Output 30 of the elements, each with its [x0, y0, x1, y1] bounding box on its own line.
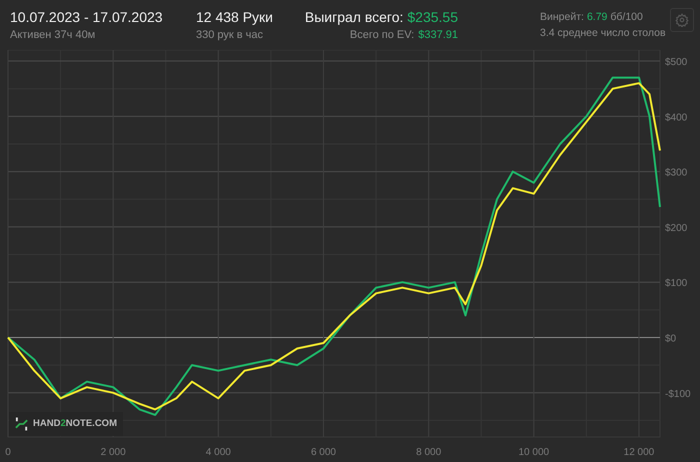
settings-icon — [675, 13, 689, 27]
won-value: $235.55 — [407, 8, 458, 27]
x-tick-label: 12 000 — [624, 447, 654, 458]
ev-value: $337.91 — [418, 28, 458, 43]
y-tick-label: $200 — [665, 222, 688, 234]
won-label: Выиграл всего: — [304, 8, 404, 27]
y-tick-label: -$100 — [665, 388, 691, 400]
average-tables: 3.4 среднее число столов — [540, 24, 666, 42]
hands-per-hour: 330 рук в час — [196, 28, 264, 43]
winrate-value: 6.79 — [586, 10, 608, 24]
winrate-label: Винрейт: — [540, 10, 584, 24]
settings-button[interactable] — [670, 8, 694, 32]
x-tick-label: 8 000 — [416, 447, 442, 458]
x-tick-label: 10 000 — [518, 447, 550, 458]
date-range: 10.07.2023 - 17.07.2023 — [10, 8, 163, 27]
ev-label: Всего по EV: — [350, 28, 414, 43]
x-tick-label: 2 000 — [100, 447, 126, 458]
hands-count: 12 438 Руки — [196, 8, 273, 27]
logo-icon — [15, 416, 28, 432]
x-tick-label: 4 000 — [206, 447, 231, 458]
brand-text: HAND2NOTE.COM — [33, 416, 117, 431]
y-tick-label: $300 — [665, 168, 688, 179]
y-tick-label: $400 — [665, 112, 688, 124]
y-tick-label: $100 — [665, 278, 688, 290]
x-tick-label: 0 — [5, 447, 11, 458]
y-tick-label: $0 — [665, 333, 676, 344]
y-tick-label: $500 — [665, 57, 688, 68]
active-time: Активен 37ч 40м — [10, 28, 96, 43]
winrate-unit: бб/100 — [610, 10, 643, 24]
x-tick-label: 6 000 — [310, 447, 336, 458]
